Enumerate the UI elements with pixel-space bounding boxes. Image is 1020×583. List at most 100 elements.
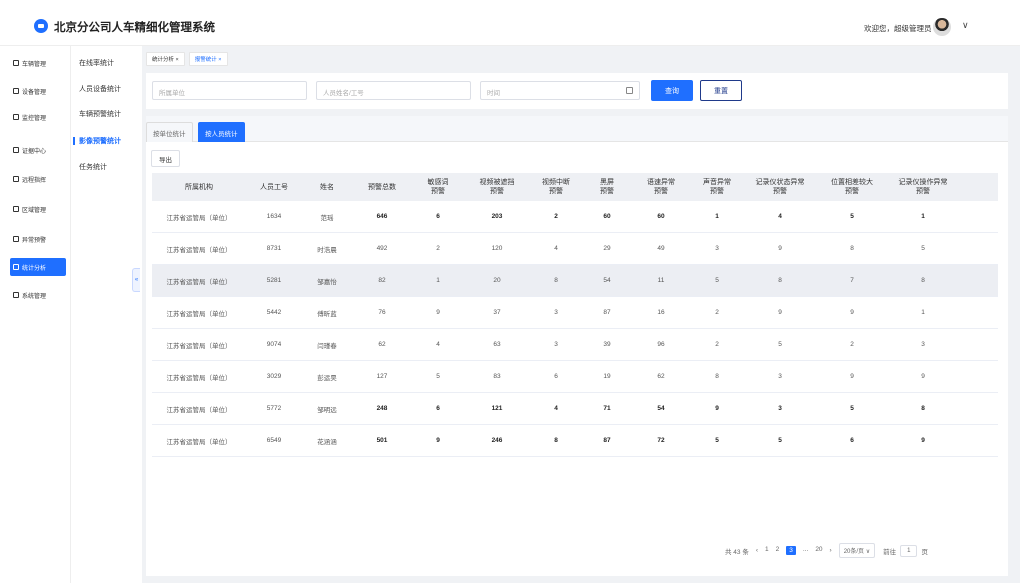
table-cell: 9 — [850, 373, 854, 380]
table-cell: 江苏省运管局（单位） — [166, 310, 232, 318]
table-cell: 2 — [436, 245, 440, 252]
table-cell: 6 — [554, 373, 558, 380]
table-cell: 9 — [436, 309, 440, 316]
column-header-line: 记录仪状态异常 — [755, 179, 805, 186]
table-cell: 6 — [850, 437, 854, 444]
tab-by-unit[interactable]: 按单位统计 — [146, 122, 193, 142]
table-cell: 8 — [850, 245, 854, 252]
table-cell: 203 — [491, 213, 503, 220]
table-cell: 时浩晨 — [317, 246, 337, 254]
table-cell: 彭运昊 — [317, 374, 337, 382]
table-cell: 3 — [554, 341, 558, 348]
column-header-line: 声音异常 — [703, 179, 731, 186]
table-cell: 29 — [603, 245, 611, 252]
column-header: 所属机构 — [152, 173, 246, 201]
unit-field[interactable]: 所属单位 — [152, 81, 307, 100]
next-page-icon[interactable]: › — [830, 547, 832, 554]
table-row[interactable]: 江苏省运管局（单位） 1634 范瑶 646 6 203 2 60 60 1 4 5 1 — [152, 201, 998, 233]
table-cell: 87 — [603, 437, 611, 444]
crumb-alarm-stat[interactable]: 报警统计 × — [188, 52, 228, 66]
table-cell: 1 — [715, 213, 719, 220]
sidebar-item-4[interactable]: 远程指挥 — [10, 170, 66, 188]
table-cell: 花涵涵 — [317, 438, 337, 446]
table-cell: 9 — [921, 373, 925, 380]
sidebar-item-7[interactable]: 统计分析 — [10, 258, 66, 276]
crumb-stat-analysis[interactable]: 统计分析 × — [146, 52, 185, 66]
page-number[interactable]: 1 — [765, 546, 769, 555]
sidebar-item-6[interactable]: 异常预警 — [10, 230, 66, 248]
table-cell: 71 — [603, 405, 611, 412]
page-number[interactable]: 20 — [815, 546, 822, 555]
table-cell: 4 — [778, 213, 782, 220]
table-cell: 2 — [554, 213, 558, 220]
chevron-down-icon[interactable]: ∨ — [962, 20, 969, 31]
sidebar-item-1[interactable]: 设备管理 — [10, 82, 66, 100]
table-cell: 96 — [657, 341, 665, 348]
sidebar-item-label: 监控管理 — [22, 115, 47, 122]
sub-sidebar-item-1[interactable]: 人员设备统计 — [79, 84, 121, 94]
page-size-select[interactable]: 20条/页 ∨ — [838, 543, 876, 558]
sidebar-item-label: 远程指挥 — [22, 177, 47, 184]
sidebar-item-5[interactable]: 区域管理 — [10, 200, 66, 218]
welcome-text: 欢迎您，超级管理员 — [864, 24, 932, 33]
table-row[interactable]: 江苏省运管局（单位） 3029 彭运昊 127 5 83 6 19 62 8 3 9 9 — [152, 361, 998, 393]
query-button[interactable]: 查询 — [651, 80, 693, 101]
table-cell: 9 — [921, 437, 925, 444]
evidence-icon — [13, 147, 19, 153]
sub-sidebar-item-3[interactable]: 影像预警统计 — [79, 136, 121, 146]
table-cell: 72 — [657, 437, 665, 444]
sidebar-item-2[interactable]: 监控管理 — [10, 108, 66, 126]
column-header-line: 预警 — [773, 188, 787, 195]
pagination-total: 共 43 条 — [725, 548, 749, 556]
sidebar-item-0[interactable]: 车辆管理 — [10, 54, 66, 72]
page-number[interactable]: ... — [803, 546, 808, 555]
table-cell: 8 — [778, 277, 782, 284]
column-header-line: 位置相差较大 — [831, 179, 873, 186]
page-list: 1 2 3... 20 — [765, 546, 830, 555]
table-row[interactable]: 江苏省运管局（单位） 5281 邹嘉怡 82 1 20 8 54 11 5 8 7 8 — [152, 265, 998, 297]
table-cell: 9 — [778, 309, 782, 316]
prev-page-icon[interactable]: ‹ — [756, 547, 758, 554]
avatar[interactable] — [933, 18, 951, 36]
collapse-handle[interactable]: « — [132, 268, 140, 292]
table-cell: 邹嘉怡 — [317, 278, 337, 286]
table-row[interactable]: 江苏省运管局（单位） 8731 时浩晨 492 2 120 4 29 49 3 9 8 5 — [152, 233, 998, 265]
sub-sidebar-item-4[interactable]: 任务统计 — [79, 162, 107, 172]
sub-sidebar-item-2[interactable]: 车辆预警统计 — [79, 109, 121, 119]
person-field[interactable]: 人员姓名/工号 — [316, 81, 471, 100]
reset-button[interactable]: 重置 — [700, 80, 742, 101]
column-header-line: 姓名 — [320, 183, 334, 191]
table-cell: 63 — [493, 341, 501, 348]
export-button[interactable]: 导出 — [151, 150, 180, 167]
table-row[interactable]: 江苏省运管局（单位） 9074 闫瑾春 62 4 63 3 39 96 2 5 2 3 — [152, 329, 998, 361]
table-cell: 3 — [778, 405, 782, 412]
table-cell: 76 — [378, 309, 386, 316]
table-row[interactable]: 江苏省运管局（单位） 5442 傅昕蓝 76 9 37 3 87 16 2 9 9 1 — [152, 297, 998, 329]
page-number[interactable]: 3 — [786, 546, 796, 555]
table-cell: 4 — [436, 341, 440, 348]
table-cell: 傅昕蓝 — [317, 310, 337, 318]
time-field[interactable]: 时间 — [480, 81, 640, 100]
tab-by-person[interactable]: 按人员统计 — [198, 122, 245, 142]
column-header-line: 敏感词 — [427, 179, 449, 186]
settings-icon — [13, 292, 19, 298]
table-cell: 82 — [378, 277, 386, 284]
sidebar-item-8[interactable]: 系统管理 — [10, 286, 66, 304]
table-cell: 8 — [554, 277, 558, 284]
table-cell: 3029 — [266, 373, 282, 380]
page-unit: 页 — [921, 548, 928, 556]
page-number[interactable]: 2 — [776, 546, 780, 555]
sub-sidebar-item-0[interactable]: 在线率统计 — [79, 58, 114, 68]
table-cell: 江苏省运管局（单位） — [166, 246, 232, 254]
table-cell: 4 — [554, 245, 558, 252]
command-icon — [13, 176, 19, 182]
table-cell: 3 — [921, 341, 925, 348]
app-title: 北京分公司人车精细化管理系统 — [54, 22, 215, 34]
table-cell: 120 — [491, 245, 503, 252]
sidebar-item-3[interactable]: 证据中心 — [10, 141, 66, 159]
table-row[interactable]: 江苏省运管局（单位） 6549 花涵涵 501 9 246 8 87 72 5 5 6 9 — [152, 425, 998, 457]
device-icon — [13, 88, 19, 94]
goto-input[interactable]: 1 — [900, 544, 918, 557]
table-cell: 范瑶 — [320, 214, 334, 222]
table-row[interactable]: 江苏省运管局（单位） 5772 邹明远 248 6 121 4 71 54 9 3 5 8 — [152, 393, 998, 425]
